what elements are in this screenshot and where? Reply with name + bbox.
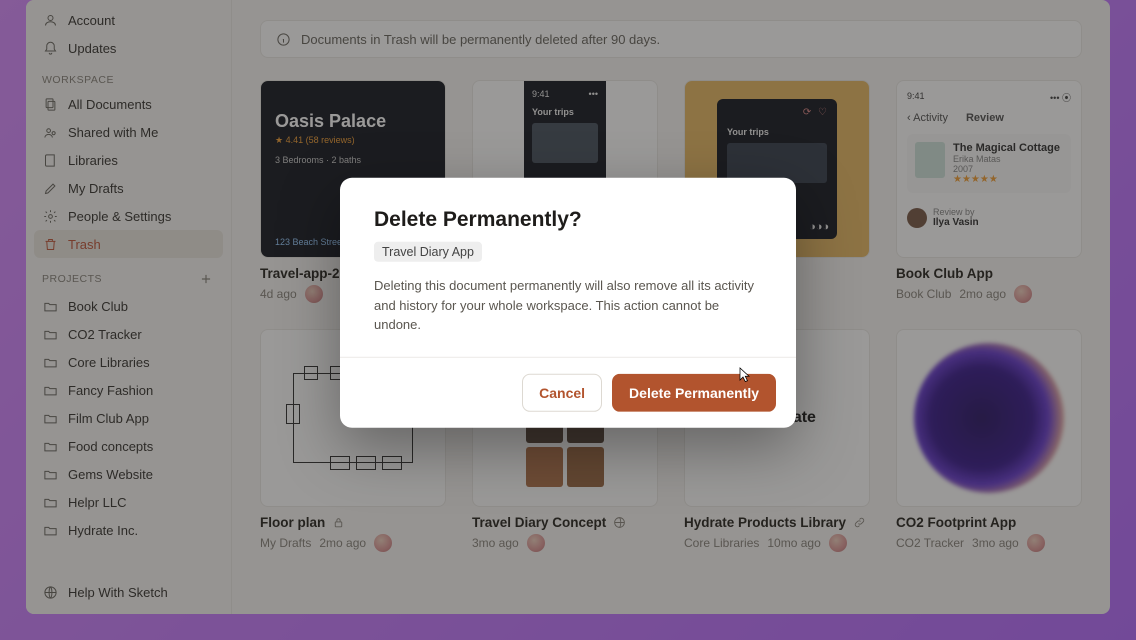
modal-text: Deleting this document permanently will … — [374, 276, 762, 335]
delete-permanently-button[interactable]: Delete Permanently — [612, 373, 776, 411]
modal-title: Delete Permanently? — [374, 208, 762, 232]
cancel-button[interactable]: Cancel — [522, 373, 602, 411]
modal-subject-tag: Travel Diary App — [374, 242, 482, 262]
delete-modal: Delete Permanently? Travel Diary App Del… — [340, 178, 796, 428]
modal-actions: Cancel Delete Permanently — [340, 356, 796, 427]
